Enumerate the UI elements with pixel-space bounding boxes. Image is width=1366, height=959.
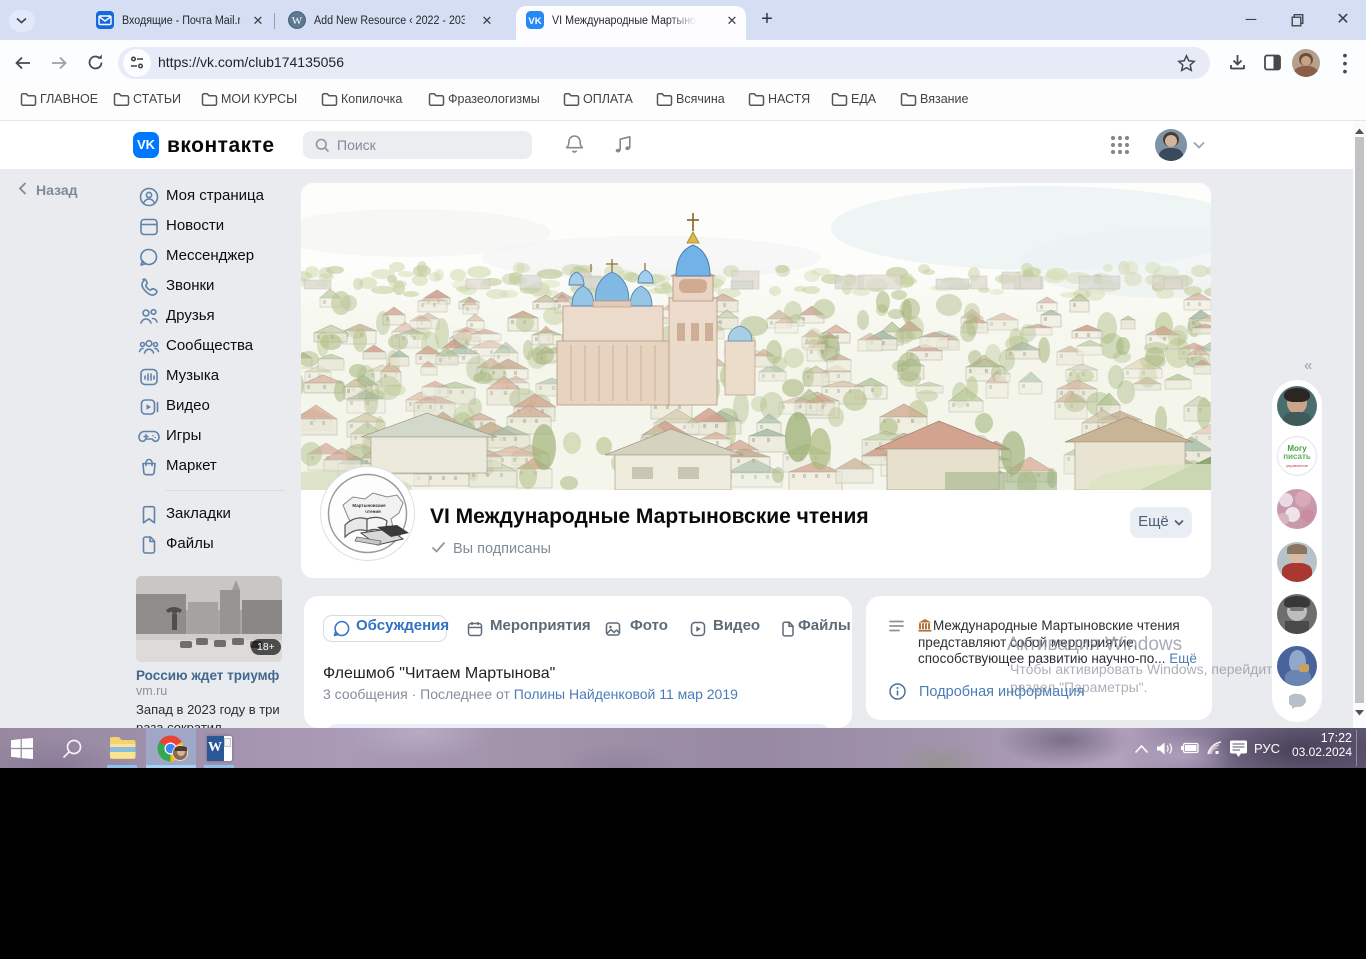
svg-text:VK: VK bbox=[528, 16, 541, 27]
svg-text:чтения: чтения bbox=[365, 509, 381, 514]
svg-text:W: W bbox=[292, 15, 303, 27]
svg-text:Мартыновские: Мартыновские bbox=[352, 503, 386, 508]
